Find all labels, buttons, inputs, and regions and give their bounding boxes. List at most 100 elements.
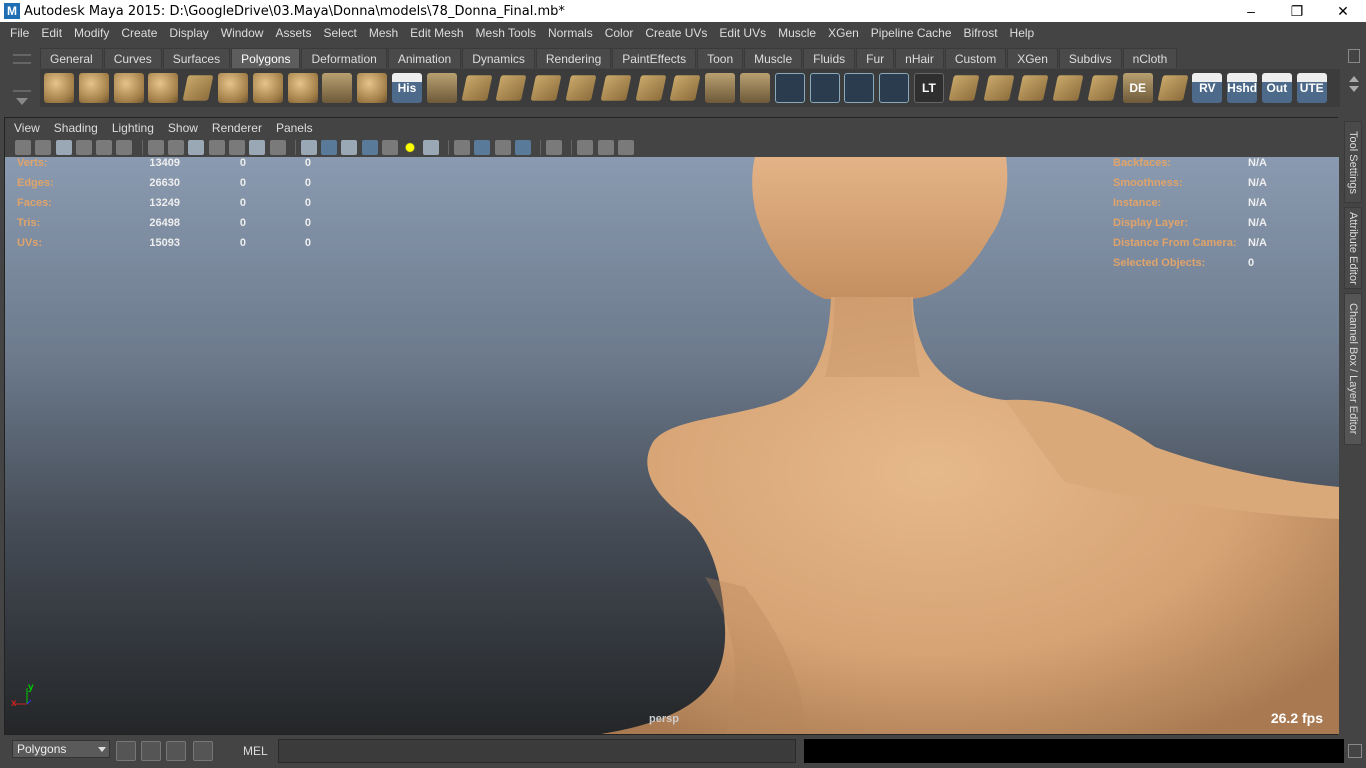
- paint-tool-icon[interactable]: [739, 73, 770, 103]
- uv-cut-icon[interactable]: [983, 75, 1014, 101]
- sculpt-icon[interactable]: [705, 73, 736, 103]
- shelf-tab-general[interactable]: General: [40, 48, 103, 68]
- shelf-tab-deformation[interactable]: Deformation: [301, 48, 387, 68]
- wireframe-cube-icon[interactable]: [774, 73, 805, 103]
- menu-muscle[interactable]: Muscle: [772, 22, 822, 44]
- menu-modify[interactable]: Modify: [68, 22, 115, 44]
- menu-mesh-tools[interactable]: Mesh Tools: [470, 22, 542, 44]
- shelf-tab-fur[interactable]: Fur: [856, 48, 895, 68]
- script-editor-button[interactable]: [1348, 744, 1362, 758]
- poly-sphere-icon[interactable]: [44, 73, 74, 103]
- workspace-icon[interactable]: [116, 741, 136, 761]
- xray-components-icon[interactable]: [618, 140, 635, 155]
- depth-of-field-icon[interactable]: [514, 140, 531, 155]
- menu-color[interactable]: Color: [599, 22, 640, 44]
- panel-menu-lighting[interactable]: Lighting: [105, 121, 161, 135]
- grid-plane-icon[interactable]: [1157, 75, 1188, 101]
- scroll-up-icon[interactable]: [1349, 76, 1359, 82]
- poly-torus-icon[interactable]: [217, 73, 248, 103]
- trash-icon[interactable]: [1348, 49, 1360, 63]
- poly-soccer-ball-icon[interactable]: [357, 73, 388, 103]
- menu-create[interactable]: Create: [115, 22, 163, 44]
- uv-select-icon[interactable]: [1017, 75, 1049, 101]
- ute-icon[interactable]: UTE: [1296, 73, 1327, 103]
- poly-pyramid-icon[interactable]: [252, 73, 283, 103]
- xray-joints-icon[interactable]: [597, 140, 614, 155]
- merge-icon[interactable]: [565, 75, 597, 101]
- outliner-layout-icon[interactable]: [141, 741, 161, 761]
- poly-cone-icon[interactable]: [148, 73, 179, 103]
- poly-cylinder-icon[interactable]: [113, 73, 144, 103]
- split-polygon-icon[interactable]: [461, 75, 493, 101]
- gate-mask-icon[interactable]: [208, 140, 225, 155]
- shelf-tab-xgen[interactable]: XGen: [1007, 48, 1058, 68]
- menu-select[interactable]: Select: [317, 22, 362, 44]
- bevel-icon[interactable]: [530, 75, 562, 101]
- menu-window[interactable]: Window: [215, 22, 270, 44]
- poly-pipe-icon[interactable]: [287, 73, 318, 103]
- smooth-shade-icon[interactable]: [321, 140, 338, 155]
- bridge-icon[interactable]: [495, 75, 527, 101]
- shelf-scroll[interactable]: [1348, 72, 1360, 104]
- shelf-tab-curves[interactable]: Curves: [103, 48, 162, 68]
- image-plane-icon[interactable]: [75, 140, 92, 155]
- isolate-select-icon[interactable]: [546, 140, 563, 155]
- script-language-toggle[interactable]: MEL: [243, 744, 268, 758]
- textured-icon[interactable]: [361, 140, 378, 155]
- menu-pipeline-cache[interactable]: Pipeline Cache: [865, 22, 958, 44]
- manipulator-icon[interactable]: [844, 73, 875, 103]
- shelf-options-handle[interactable]: [10, 48, 34, 110]
- wireframe-on-shaded-icon[interactable]: [341, 140, 358, 155]
- shelf-tab-polygons[interactable]: Polygons: [231, 48, 301, 68]
- resolution-gate-icon[interactable]: [188, 140, 205, 155]
- tab-channel-box[interactable]: Channel Box / Layer Editor: [1344, 293, 1362, 445]
- shelf-tab-dynamics[interactable]: Dynamics: [462, 48, 535, 68]
- menu-edit-mesh[interactable]: Edit Mesh: [404, 22, 469, 44]
- safe-title-icon[interactable]: [269, 140, 286, 155]
- film-gate-icon[interactable]: [168, 140, 185, 155]
- menu-help[interactable]: Help: [1004, 22, 1041, 44]
- menu-edit-uvs[interactable]: Edit UVs: [713, 22, 772, 44]
- shelf-tab-toon[interactable]: Toon: [697, 48, 744, 68]
- menu-edit[interactable]: Edit: [35, 22, 68, 44]
- smooth-icon[interactable]: [669, 75, 701, 101]
- panel-menu-view[interactable]: View: [7, 121, 47, 135]
- menu-display[interactable]: Display: [163, 22, 214, 44]
- xray-icon[interactable]: [577, 140, 594, 155]
- viewport-3d[interactable]: Verts: 13409 0 0 Edges: 26630 0 0 Faces: 13249 0 0 T…: [5, 157, 1339, 734]
- grid-icon[interactable]: [147, 140, 164, 155]
- camera-attributes-icon[interactable]: [35, 140, 52, 155]
- shelf-tab-nhair[interactable]: nHair: [895, 48, 944, 68]
- menu-normals[interactable]: Normals: [542, 22, 599, 44]
- planar-mapping-icon[interactable]: [635, 75, 667, 101]
- panel-menu-renderer[interactable]: Renderer: [205, 121, 269, 135]
- uv-grid-icon[interactable]: [1052, 75, 1084, 101]
- panel-menu-show[interactable]: Show: [161, 121, 205, 135]
- menu-file[interactable]: File: [4, 22, 35, 44]
- motion-blur-icon[interactable]: [474, 140, 491, 155]
- panel-menu-panels[interactable]: Panels: [269, 121, 320, 135]
- 2d-pan-icon[interactable]: [96, 140, 113, 155]
- history-icon[interactable]: His: [391, 73, 422, 103]
- antialiasing-icon[interactable]: [494, 140, 511, 155]
- restore-button[interactable]: ❐: [1274, 0, 1320, 22]
- screen-space-ao-icon[interactable]: [453, 140, 470, 155]
- close-button[interactable]: ✕: [1320, 0, 1366, 22]
- de-icon[interactable]: DE: [1122, 73, 1153, 103]
- field-chart-icon[interactable]: [228, 140, 245, 155]
- menu-mesh[interactable]: Mesh: [363, 22, 404, 44]
- tab-tool-settings[interactable]: Tool Settings: [1344, 121, 1362, 203]
- target-icon[interactable]: [809, 73, 840, 103]
- bookmark-icon[interactable]: [55, 140, 72, 155]
- shelf-tab-painteffects[interactable]: PaintEffects: [612, 48, 697, 68]
- menu-create-uvs[interactable]: Create UVs: [639, 22, 713, 44]
- shelf-tab-fluids[interactable]: Fluids: [803, 48, 856, 68]
- command-line-input[interactable]: [278, 739, 796, 763]
- shelf-tab-rendering[interactable]: Rendering: [535, 48, 612, 68]
- panel-menu-shading[interactable]: Shading: [47, 121, 105, 135]
- menu-bifrost[interactable]: Bifrost: [958, 22, 1004, 44]
- menu-xgen[interactable]: XGen: [822, 22, 865, 44]
- out-icon[interactable]: Out: [1261, 73, 1292, 103]
- lt-icon[interactable]: LT: [913, 73, 944, 103]
- transfer-icon[interactable]: [879, 73, 910, 103]
